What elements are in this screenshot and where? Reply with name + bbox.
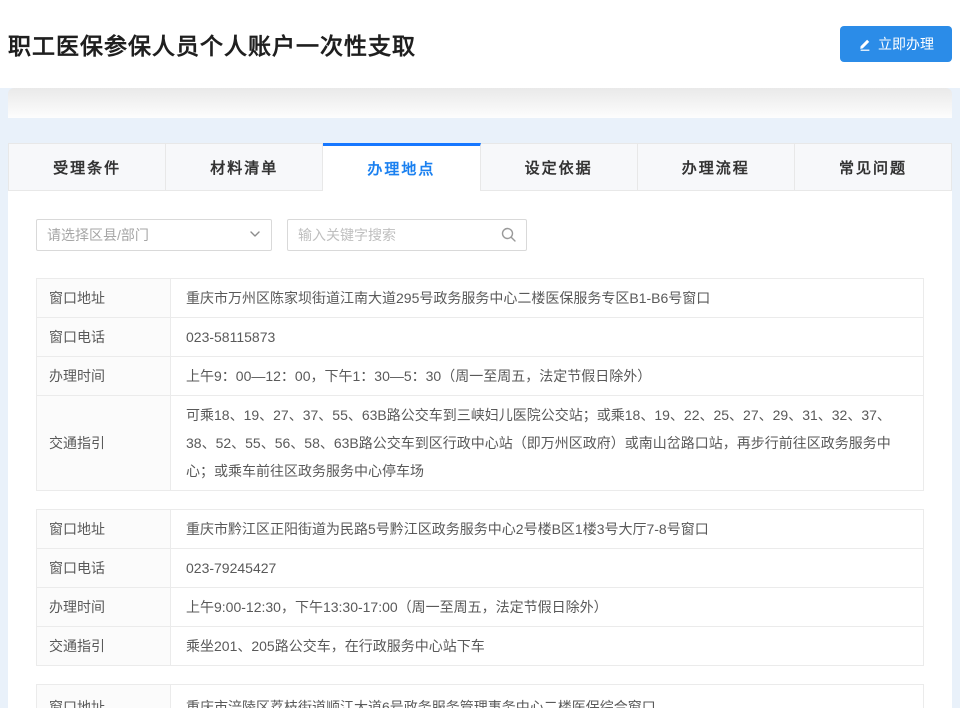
info-value: 可乘18、19、27、37、55、63B路公交车到三峡妇儿医院公交站；或乘18、…: [171, 396, 923, 490]
district-select[interactable]: 请选择区县/部门: [36, 219, 272, 251]
info-value: 重庆市黔江区正阳街道为民路5号黔江区政务服务中心2号楼B区1楼3号大厅7-8号窗…: [171, 510, 923, 548]
info-label: 窗口地址: [37, 279, 171, 317]
tab-1[interactable]: 受理条件: [8, 143, 166, 191]
keyword-search: [287, 219, 527, 251]
info-value: 上午9:00-12:30，下午13:30-17:00（周一至周五，法定节假日除外…: [171, 588, 923, 626]
info-value: 重庆市万州区陈家坝街道江南大道295号政务服务中心二楼医保服务专区B1-B6号窗…: [171, 279, 923, 317]
info-label: 交通指引: [37, 396, 171, 490]
search-icon[interactable]: [500, 226, 517, 248]
info-label: 办理时间: [37, 588, 171, 626]
page-title: 职工医保参保人员个人账户一次性支取: [8, 27, 416, 61]
info-value: 重庆市涪陵区荔枝街道顺江大道6号政务服务管理事务中心二楼医保综合窗口: [171, 685, 923, 708]
info-label: 窗口电话: [37, 549, 171, 587]
info-label: 窗口电话: [37, 318, 171, 356]
tab-5[interactable]: 办理流程: [638, 143, 795, 191]
edit-icon: [858, 37, 872, 51]
tab-6[interactable]: 常见问题: [795, 143, 952, 191]
apply-now-button[interactable]: 立即办理: [840, 26, 952, 62]
tab-4[interactable]: 设定依据: [481, 143, 638, 191]
location-list: 窗口地址重庆市万州区陈家坝街道江南大道295号政务服务中心二楼医保服务专区B1-…: [36, 278, 924, 708]
info-value: 023-79245427: [171, 549, 923, 587]
apply-now-label: 立即办理: [878, 34, 934, 54]
table-row: 窗口电话023-79245427: [37, 549, 923, 588]
tab-3[interactable]: 办理地点: [323, 143, 480, 191]
info-value: 乘坐201、205路公交车，在行政服务中心站下车: [171, 627, 923, 665]
info-label: 交通指引: [37, 627, 171, 665]
info-label: 办理时间: [37, 357, 171, 395]
table-row: 窗口电话023-58115873: [37, 318, 923, 357]
info-value: 上午9：00—12：00，下午1：30—5：30（周一至周五，法定节假日除外）: [171, 357, 923, 395]
table-row: 交通指引乘坐201、205路公交车，在行政服务中心站下车: [37, 627, 923, 665]
chevron-down-icon: [249, 227, 261, 243]
location-table: 窗口地址重庆市黔江区正阳街道为民路5号黔江区政务服务中心2号楼B区1楼3号大厅7…: [36, 509, 924, 666]
filter-bar: 请选择区县/部门: [36, 219, 924, 251]
location-table: 窗口地址重庆市万州区陈家坝街道江南大道295号政务服务中心二楼医保服务专区B1-…: [36, 278, 924, 491]
table-row: 窗口地址重庆市黔江区正阳街道为民路5号黔江区政务服务中心2号楼B区1楼3号大厅7…: [37, 510, 923, 549]
page: 职工医保参保人员个人账户一次性支取 立即办理 受理条件材料清单办理地点设定依据办…: [0, 0, 960, 708]
location-table: 窗口地址重庆市涪陵区荔枝街道顺江大道6号政务服务管理事务中心二楼医保综合窗口: [36, 684, 924, 708]
content-panel: 受理条件材料清单办理地点设定依据办理流程常见问题 请选择区县/部门: [8, 143, 952, 708]
tab-2[interactable]: 材料清单: [166, 143, 323, 191]
tab-bar: 受理条件材料清单办理地点设定依据办理流程常见问题: [8, 143, 952, 191]
hero-band: [8, 88, 952, 118]
info-label: 窗口地址: [37, 510, 171, 548]
table-row: 窗口地址重庆市万州区陈家坝街道江南大道295号政务服务中心二楼医保服务专区B1-…: [37, 279, 923, 318]
table-row: 办理时间上午9:00-12:30，下午13:30-17:00（周一至周五，法定节…: [37, 588, 923, 627]
info-value: 023-58115873: [171, 318, 923, 356]
info-label: 窗口地址: [37, 685, 171, 708]
table-row: 交通指引可乘18、19、27、37、55、63B路公交车到三峡妇儿医院公交站；或…: [37, 396, 923, 490]
search-input[interactable]: [287, 219, 527, 251]
district-select-placeholder: 请选择区县/部门: [47, 225, 149, 245]
table-row: 办理时间上午9：00—12：00，下午1：30—5：30（周一至周五，法定节假日…: [37, 357, 923, 396]
page-header: 职工医保参保人员个人账户一次性支取 立即办理: [0, 0, 960, 88]
table-row: 窗口地址重庆市涪陵区荔枝街道顺江大道6号政务服务管理事务中心二楼医保综合窗口: [37, 685, 923, 708]
